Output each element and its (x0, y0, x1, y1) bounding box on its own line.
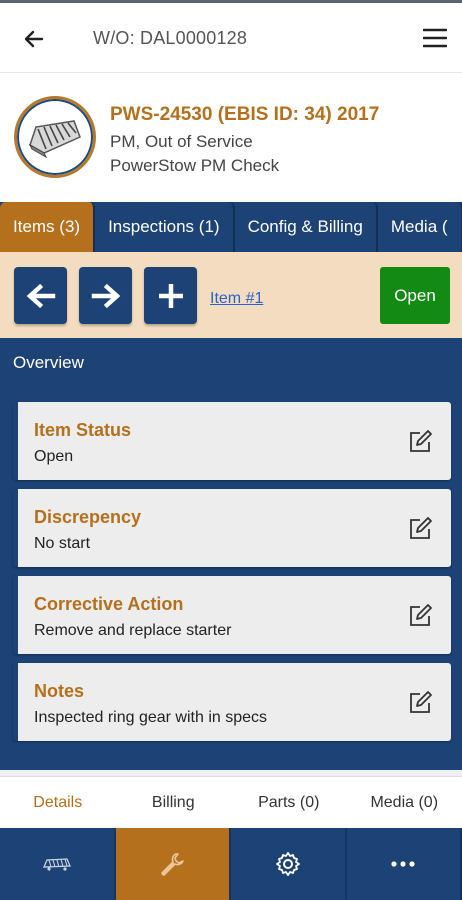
card-value: Inspected ring gear with in specs (34, 709, 268, 726)
edit-icon[interactable] (407, 603, 433, 629)
item-status-button[interactable]: Open (380, 267, 450, 324)
tab-media[interactable]: Media ( (378, 202, 462, 252)
card-discrepency[interactable]: Discrepency No start (13, 489, 451, 567)
bottom-navigation (0, 828, 462, 900)
overview-cards: Item Status Open Discrepency No start Co… (0, 388, 462, 776)
asset-description: PowerStow PM Check (110, 156, 280, 175)
card-title: Corrective Action (34, 594, 184, 614)
nav-equipment[interactable] (0, 828, 116, 900)
arrow-left-icon (24, 30, 44, 48)
previous-item-button[interactable] (14, 267, 67, 324)
asset-status: PM, Out of Service (110, 132, 253, 151)
menu-button[interactable] (420, 23, 450, 53)
more-dots-icon (391, 861, 415, 867)
edit-icon[interactable] (407, 429, 433, 455)
wrench-icon (161, 853, 185, 876)
plus-icon (158, 283, 183, 308)
work-order-tabs: Items (3) Inspections (1) Config & Billi… (0, 202, 462, 252)
gear-icon (275, 852, 300, 876)
hamburger-menu-icon (423, 28, 447, 48)
tab-config-billing[interactable]: Config & Billing (235, 202, 378, 252)
card-title: Discrepency (34, 507, 142, 527)
conveyor-icon (42, 858, 71, 871)
tab-inspections[interactable]: Inspections (1) (95, 202, 235, 252)
card-value: No start (34, 535, 91, 552)
asset-avatar (14, 96, 96, 178)
asset-summary: PWS-24530 (EBIS ID: 34) 2017 PM, Out of … (0, 74, 462, 202)
card-corrective-action[interactable]: Corrective Action Remove and replace sta… (13, 576, 451, 654)
arrow-left-icon (26, 283, 55, 308)
edit-icon[interactable] (407, 516, 433, 542)
arrow-right-icon (91, 283, 120, 308)
nav-settings[interactable] (231, 828, 347, 900)
card-title: Item Status (34, 420, 132, 440)
next-item-button[interactable] (79, 267, 132, 324)
tab-items[interactable]: Items (3) (0, 202, 96, 252)
subtab-media[interactable]: Media (0) (347, 777, 462, 828)
nav-work-orders[interactable] (115, 828, 231, 900)
nav-more[interactable] (347, 828, 462, 900)
subtab-billing[interactable]: Billing (116, 777, 232, 828)
back-button[interactable] (18, 23, 50, 55)
card-title: Notes (34, 681, 85, 701)
app-header: W/O: DAL0000128 (0, 3, 462, 73)
item-link[interactable]: Item #1 (210, 290, 263, 308)
powerstow-conveyor-icon (28, 120, 81, 159)
card-item-status[interactable]: Item Status Open (13, 402, 451, 480)
detail-subtabs: Details Billing Parts (0) Media (0) (0, 776, 462, 828)
edit-icon[interactable] (407, 690, 433, 716)
card-value: Open (34, 448, 74, 465)
overview-label: Overview (13, 353, 84, 372)
card-notes[interactable]: Notes Inspected ring gear with in specs (13, 663, 451, 741)
overview-header: Overview (0, 338, 462, 388)
subtab-parts[interactable]: Parts (0) (231, 777, 347, 828)
card-value: Remove and replace starter (34, 622, 232, 639)
item-toolbar: Item #1 Open (0, 252, 462, 338)
subtab-details[interactable]: Details (0, 777, 116, 828)
work-order-title: W/O: DAL0000128 (93, 28, 248, 48)
asset-title: PWS-24530 (EBIS ID: 34) 2017 (110, 104, 380, 125)
add-item-button[interactable] (144, 267, 197, 324)
